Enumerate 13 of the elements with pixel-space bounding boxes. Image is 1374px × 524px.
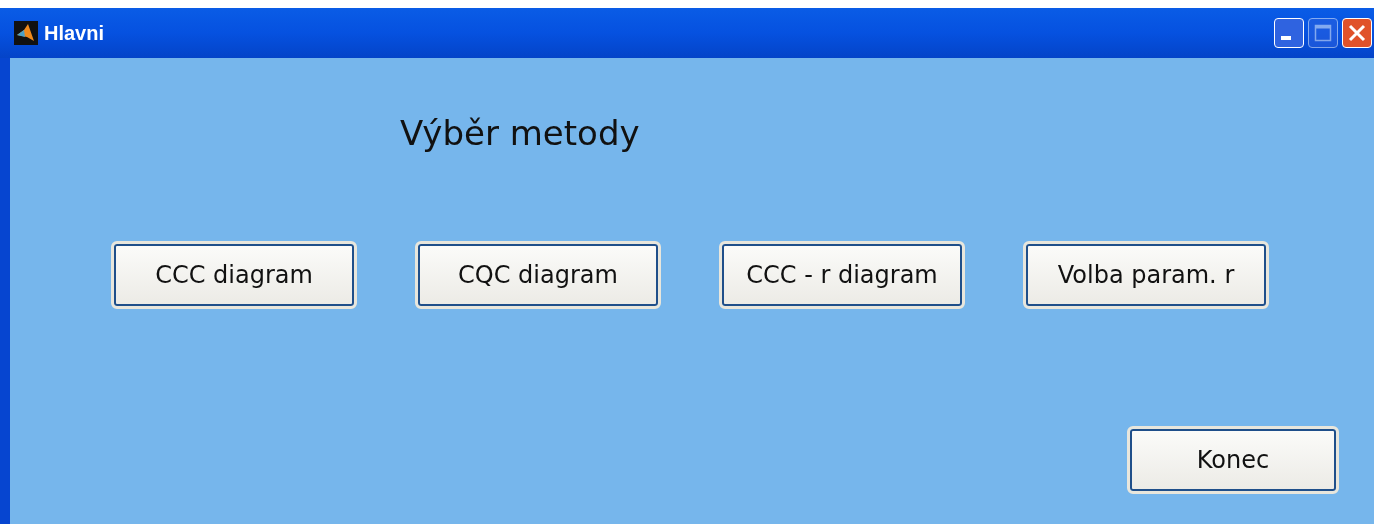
method-button[interactable]: CQC diagram [418, 244, 658, 306]
app-icon [14, 21, 38, 45]
method-button[interactable]: CCC diagram [114, 244, 354, 306]
exit-button[interactable]: Konec [1130, 429, 1336, 491]
maximize-icon [1314, 24, 1332, 42]
method-button[interactable]: CCC - r diagram [722, 244, 962, 306]
close-icon [1348, 24, 1366, 42]
window-title: Hlavni [44, 21, 105, 46]
minimize-icon [1281, 36, 1291, 40]
method-button[interactable]: Volba param. r [1026, 244, 1266, 306]
close-button[interactable] [1342, 18, 1372, 48]
minimize-button[interactable] [1274, 18, 1304, 48]
heading: Výběr metody [400, 113, 640, 153]
